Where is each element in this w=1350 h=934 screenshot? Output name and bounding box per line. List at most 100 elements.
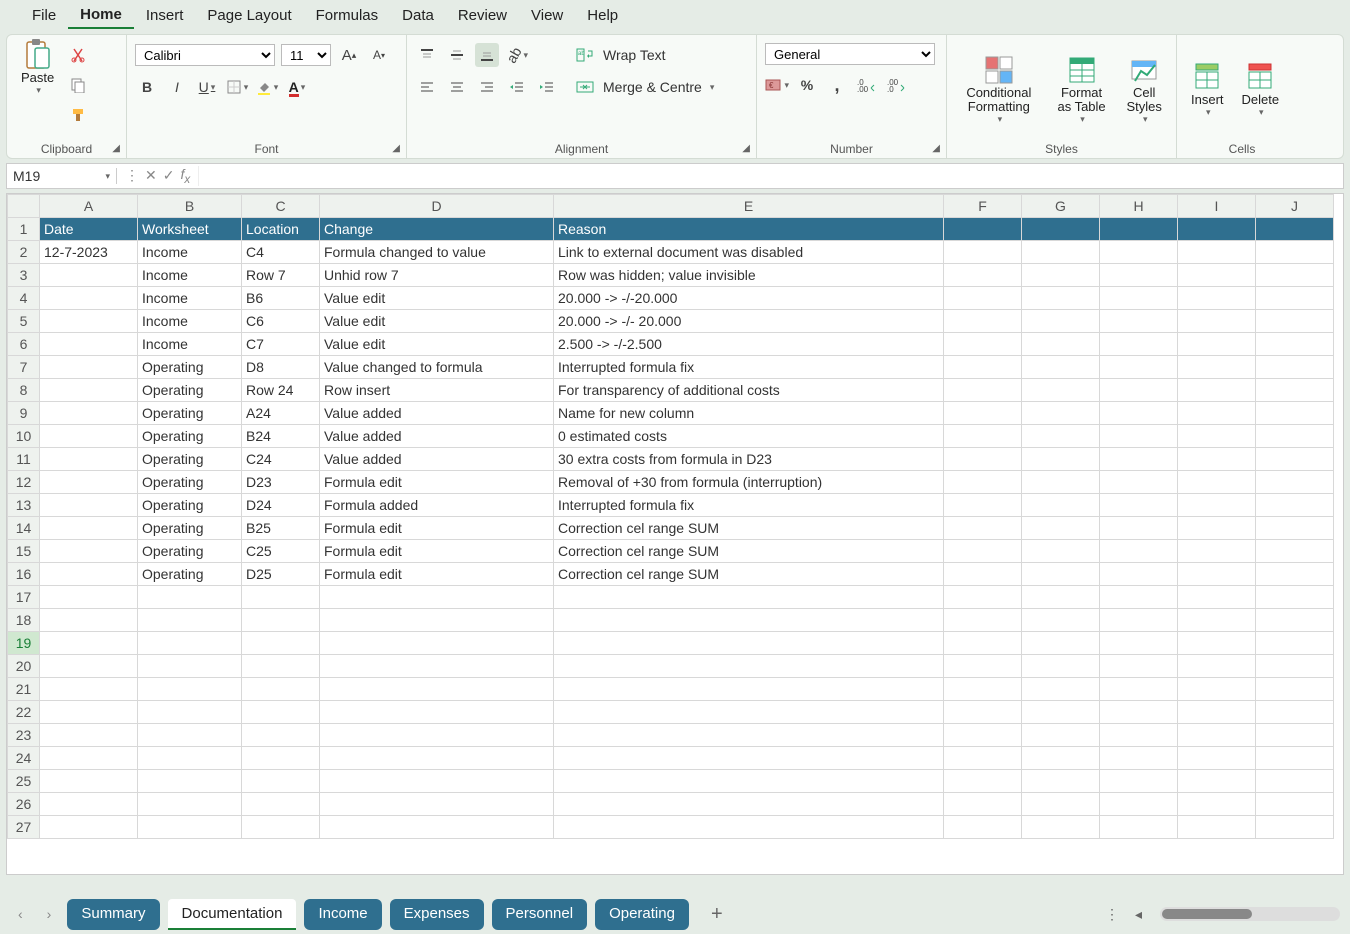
cell[interactable]	[242, 770, 320, 793]
cell[interactable]	[1100, 655, 1178, 678]
cell[interactable]	[1022, 609, 1100, 632]
cell[interactable]	[1256, 402, 1334, 425]
more-icon[interactable]: ⋮	[125, 167, 139, 184]
cell[interactable]	[1022, 540, 1100, 563]
cell[interactable]: Location	[242, 218, 320, 241]
cell[interactable]: Operating	[138, 379, 242, 402]
cell[interactable]: Income	[138, 241, 242, 264]
row-header[interactable]: 14	[8, 517, 40, 540]
cell[interactable]	[320, 747, 554, 770]
cell[interactable]	[1100, 425, 1178, 448]
cell[interactable]	[242, 586, 320, 609]
cell[interactable]	[1256, 609, 1334, 632]
sheet-tab-documentation[interactable]: Documentation	[168, 899, 297, 930]
cell[interactable]	[1178, 678, 1256, 701]
cell[interactable]	[1256, 655, 1334, 678]
cell[interactable]: Operating	[138, 563, 242, 586]
cell[interactable]: Value added	[320, 425, 554, 448]
increase-decimal-button[interactable]: .0.00	[855, 73, 879, 97]
cell[interactable]: 30 extra costs from formula in D23	[554, 448, 944, 471]
cell[interactable]	[1022, 678, 1100, 701]
paste-button[interactable]: Paste ▾	[15, 39, 60, 96]
cell[interactable]	[320, 770, 554, 793]
row-header[interactable]: 22	[8, 701, 40, 724]
cell[interactable]	[138, 586, 242, 609]
fx-icon[interactable]: fx	[180, 166, 190, 186]
cell[interactable]	[1256, 494, 1334, 517]
cell[interactable]	[40, 747, 138, 770]
cell[interactable]: Reason	[554, 218, 944, 241]
column-header[interactable]: I	[1178, 195, 1256, 218]
row-header[interactable]: 21	[8, 678, 40, 701]
cell[interactable]	[944, 816, 1022, 839]
cell[interactable]	[40, 494, 138, 517]
cell[interactable]: Row 7	[242, 264, 320, 287]
cancel-icon[interactable]: ✕	[145, 167, 157, 184]
column-header[interactable]: D	[320, 195, 554, 218]
cell[interactable]	[40, 609, 138, 632]
tab-nav-prev[interactable]: ‹	[10, 902, 31, 926]
cell[interactable]	[944, 471, 1022, 494]
cell[interactable]	[1256, 333, 1334, 356]
cell[interactable]	[138, 747, 242, 770]
row-header[interactable]: 27	[8, 816, 40, 839]
name-box[interactable]: M19 ▾	[7, 168, 117, 184]
cell[interactable]	[138, 701, 242, 724]
cell[interactable]	[1022, 356, 1100, 379]
cell[interactable]	[242, 816, 320, 839]
cell[interactable]	[138, 770, 242, 793]
cell[interactable]	[1100, 793, 1178, 816]
cell[interactable]	[554, 632, 944, 655]
decrease-decimal-button[interactable]: .00.0	[885, 73, 909, 97]
cell[interactable]: 0 estimated costs	[554, 425, 944, 448]
cell[interactable]	[554, 747, 944, 770]
cell[interactable]	[242, 678, 320, 701]
cell[interactable]: D23	[242, 471, 320, 494]
cell[interactable]	[944, 448, 1022, 471]
cell[interactable]	[1256, 816, 1334, 839]
cell[interactable]	[242, 793, 320, 816]
cell[interactable]: Correction cel range SUM	[554, 517, 944, 540]
cell[interactable]	[944, 632, 1022, 655]
cell[interactable]: Link to external document was disabled	[554, 241, 944, 264]
row-header[interactable]: 23	[8, 724, 40, 747]
cell[interactable]	[554, 701, 944, 724]
cell[interactable]: D8	[242, 356, 320, 379]
cell[interactable]	[40, 793, 138, 816]
cell[interactable]: Removal of +30 from formula (interruptio…	[554, 471, 944, 494]
wrap-text-button[interactable]: ab Wrap Text	[573, 43, 714, 67]
cell[interactable]: 2.500 -> -/-2.500	[554, 333, 944, 356]
cell[interactable]	[1022, 402, 1100, 425]
cell[interactable]: B6	[242, 287, 320, 310]
cell[interactable]	[40, 356, 138, 379]
cell[interactable]	[320, 632, 554, 655]
cell[interactable]	[1256, 517, 1334, 540]
bold-button[interactable]: B	[135, 75, 159, 99]
row-header[interactable]: 17	[8, 586, 40, 609]
cell[interactable]	[944, 425, 1022, 448]
cell[interactable]: 12-7-2023	[40, 241, 138, 264]
cell[interactable]	[40, 632, 138, 655]
cell[interactable]	[944, 379, 1022, 402]
menu-data[interactable]: Data	[390, 3, 446, 28]
cell[interactable]: Date	[40, 218, 138, 241]
font-size-select[interactable]: 11	[281, 44, 331, 66]
delete-cells-button[interactable]: Delete▾	[1236, 61, 1286, 118]
percent-button[interactable]: %	[795, 73, 819, 97]
cell[interactable]	[1178, 540, 1256, 563]
cell[interactable]: Income	[138, 333, 242, 356]
cell[interactable]: Value changed to formula	[320, 356, 554, 379]
dialog-launcher-icon[interactable]: ◢	[932, 143, 940, 154]
cell[interactable]	[1100, 770, 1178, 793]
cell[interactable]	[1100, 494, 1178, 517]
font-color-button[interactable]: A▾	[285, 75, 309, 99]
cell[interactable]	[554, 793, 944, 816]
cell[interactable]	[1022, 655, 1100, 678]
cell[interactable]	[554, 586, 944, 609]
copy-button[interactable]	[66, 73, 90, 97]
cell[interactable]	[1178, 655, 1256, 678]
cell[interactable]	[1256, 563, 1334, 586]
increase-font-button[interactable]: A▴	[337, 43, 361, 67]
select-all-corner[interactable]	[8, 195, 40, 218]
cell[interactable]: C6	[242, 310, 320, 333]
